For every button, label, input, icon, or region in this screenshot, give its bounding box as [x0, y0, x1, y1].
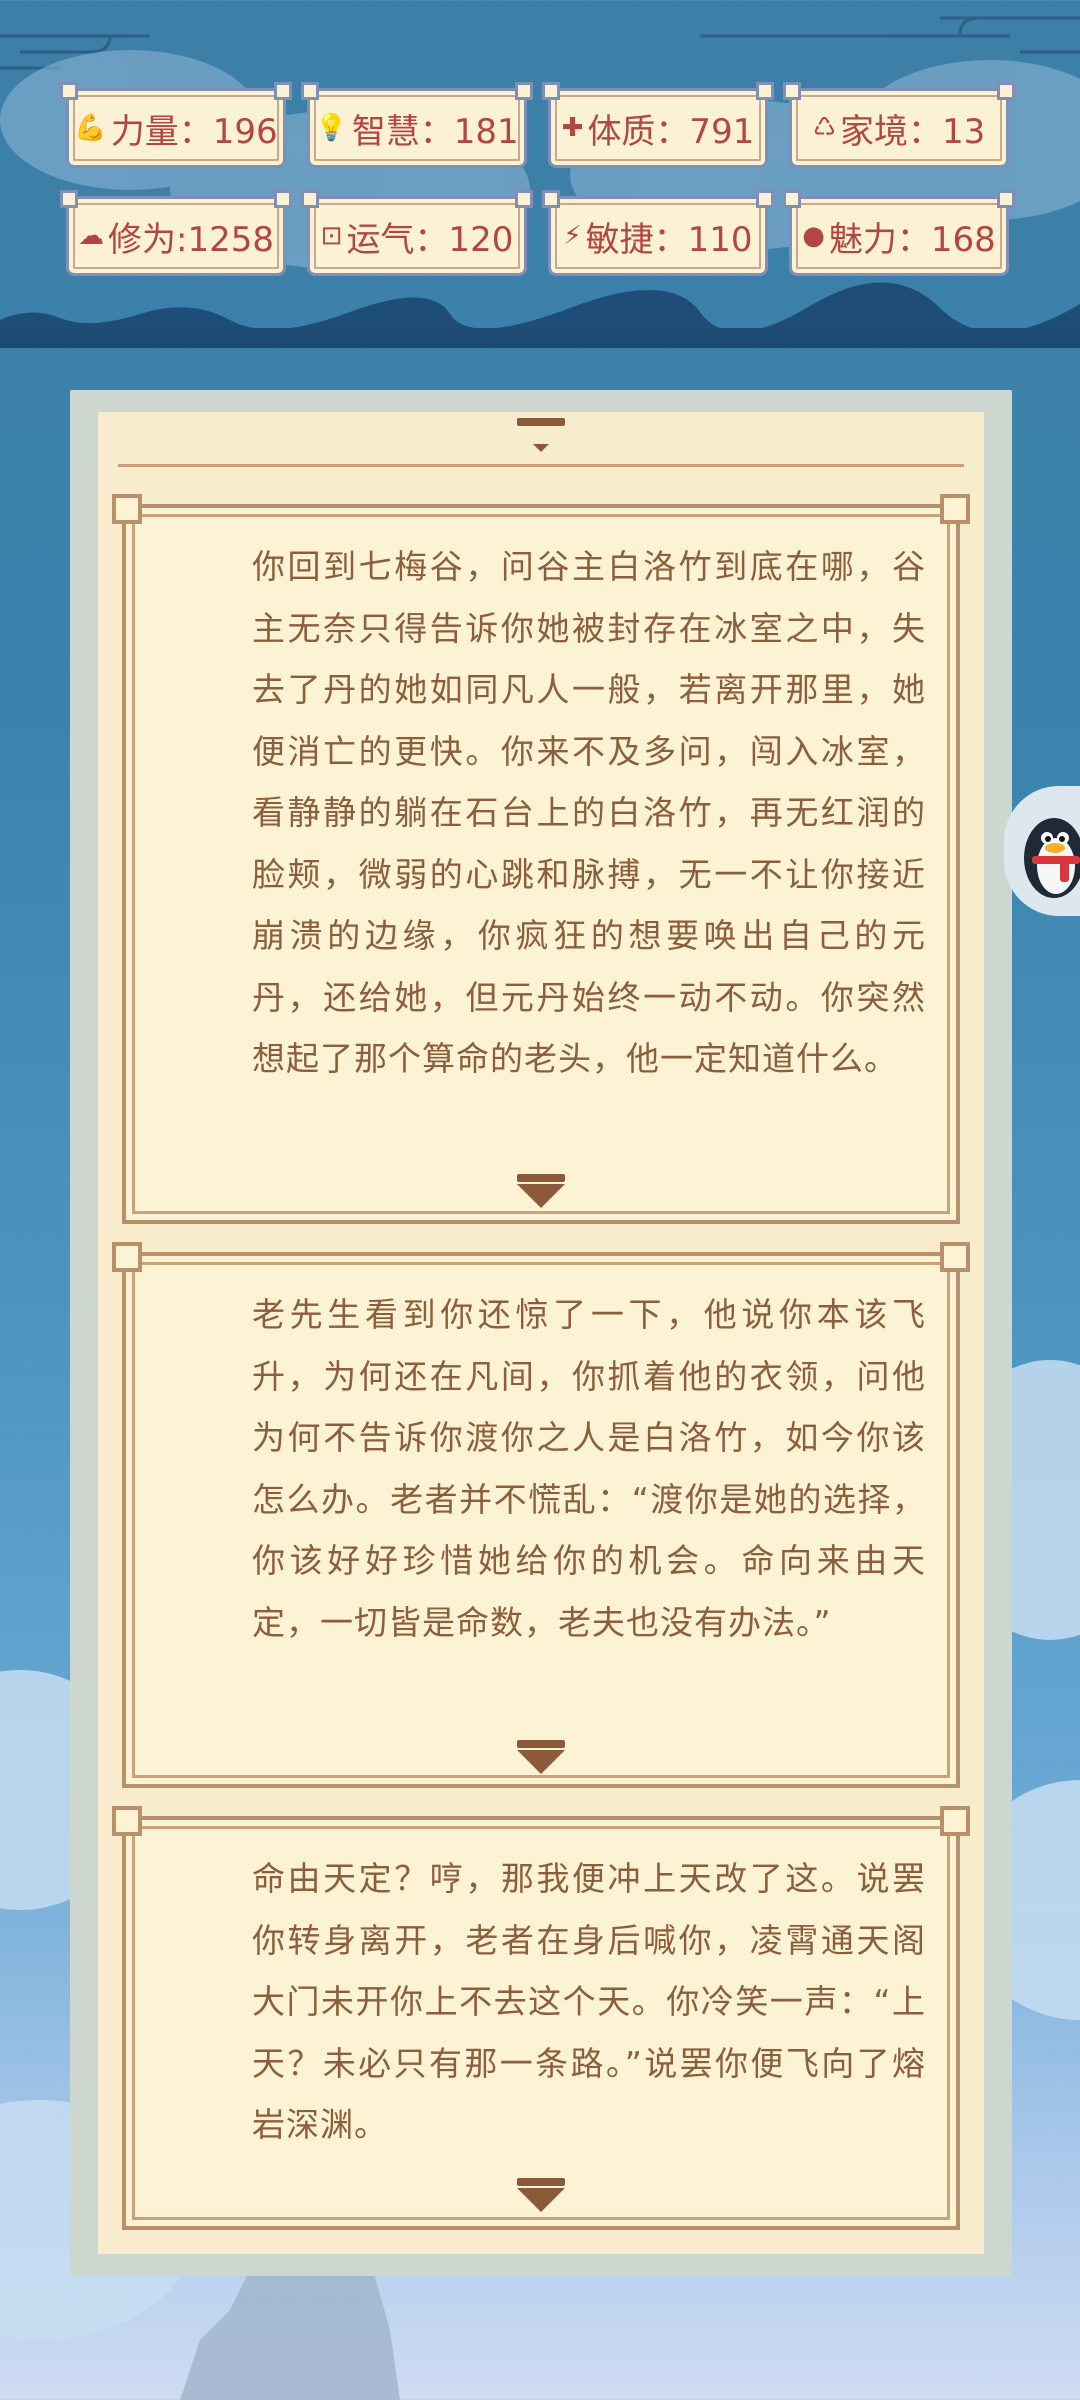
story-card[interactable]: 老先生看到你还惊了一下，他说你本该飞升，为何还在凡间，你抓着他的衣领，问他为何不… [112, 1242, 970, 1788]
stat-label: 家境：13 [840, 111, 986, 152]
story-log-panel[interactable]: 你回到七梅谷，问谷主白洛竹到底在哪，谷主无奈只得告诉你她被封存在冰室之中，失去了… [70, 390, 1012, 2276]
strength-icon: 💪 [74, 113, 107, 143]
qq-penguin-avatar-button[interactable] [1004, 786, 1080, 916]
stat-family: ♺ 家境：13 [783, 82, 1015, 168]
charm-icon: ● [802, 221, 825, 251]
stat-agility: ⚡ 敏捷：110 [542, 190, 774, 276]
continue-arrow-icon[interactable] [517, 2178, 565, 2212]
continue-arrow-icon[interactable] [517, 1740, 565, 1774]
stat-label: 体质：791 [587, 111, 755, 152]
stat-label: 运气：120 [346, 219, 514, 260]
story-text: 老先生看到你还惊了一下，他说你本该飞升，为何还在凡间，你抓着他的衣领，问他为何不… [252, 1295, 926, 1642]
story-card[interactable]: 命由天定？哼，那我便冲上天改了这。说罢你转身离开，老者在身后喊你，凌霄通天阁大门… [112, 1806, 970, 2230]
previous-card-arrow-icon [517, 418, 565, 452]
stat-constitution: ✚ 体质：791 [542, 82, 774, 168]
cultivation-icon: ☁ [78, 221, 104, 251]
stat-charm: ● 魅力：168 [783, 190, 1015, 276]
stat-label: 敏捷：110 [585, 219, 753, 260]
stat-wisdom: 💡 智慧：181 [301, 82, 533, 168]
stat-label: 智慧：181 [351, 111, 519, 152]
family-icon: ♺ [812, 113, 837, 143]
stat-cultivation: ☁ 修为:1258 [60, 190, 292, 276]
story-text: 你回到七梅谷，问谷主白洛竹到底在哪，谷主无奈只得告诉你她被封存在冰室之中，失去了… [252, 547, 926, 1078]
attribute-stats-panel: 💪 力量：196 💡 智慧：181 ✚ 体质：791 ♺ 家境：13 ☁ 修为:… [60, 82, 1015, 288]
penguin-icon [1024, 818, 1080, 898]
stat-label: 修为:1258 [108, 219, 274, 260]
stat-label: 魅力：168 [828, 219, 996, 260]
luck-icon: ⊡ [320, 221, 343, 251]
stat-strength: 💪 力量：196 [60, 82, 292, 168]
story-text: 命由天定？哼，那我便冲上天改了这。说罢你转身离开，老者在身后喊你，凌霄通天阁大门… [252, 1859, 926, 2144]
stat-luck: ⊡ 运气：120 [301, 190, 533, 276]
wisdom-icon: 💡 [315, 113, 348, 143]
continue-arrow-icon[interactable] [517, 1174, 565, 1208]
agility-icon: ⚡ [563, 221, 582, 251]
constitution-icon: ✚ [561, 113, 584, 143]
story-card[interactable]: 你回到七梅谷，问谷主白洛竹到底在哪，谷主无奈只得告诉你她被封存在冰室之中，失去了… [112, 494, 970, 1224]
stat-label: 力量：196 [110, 111, 278, 152]
